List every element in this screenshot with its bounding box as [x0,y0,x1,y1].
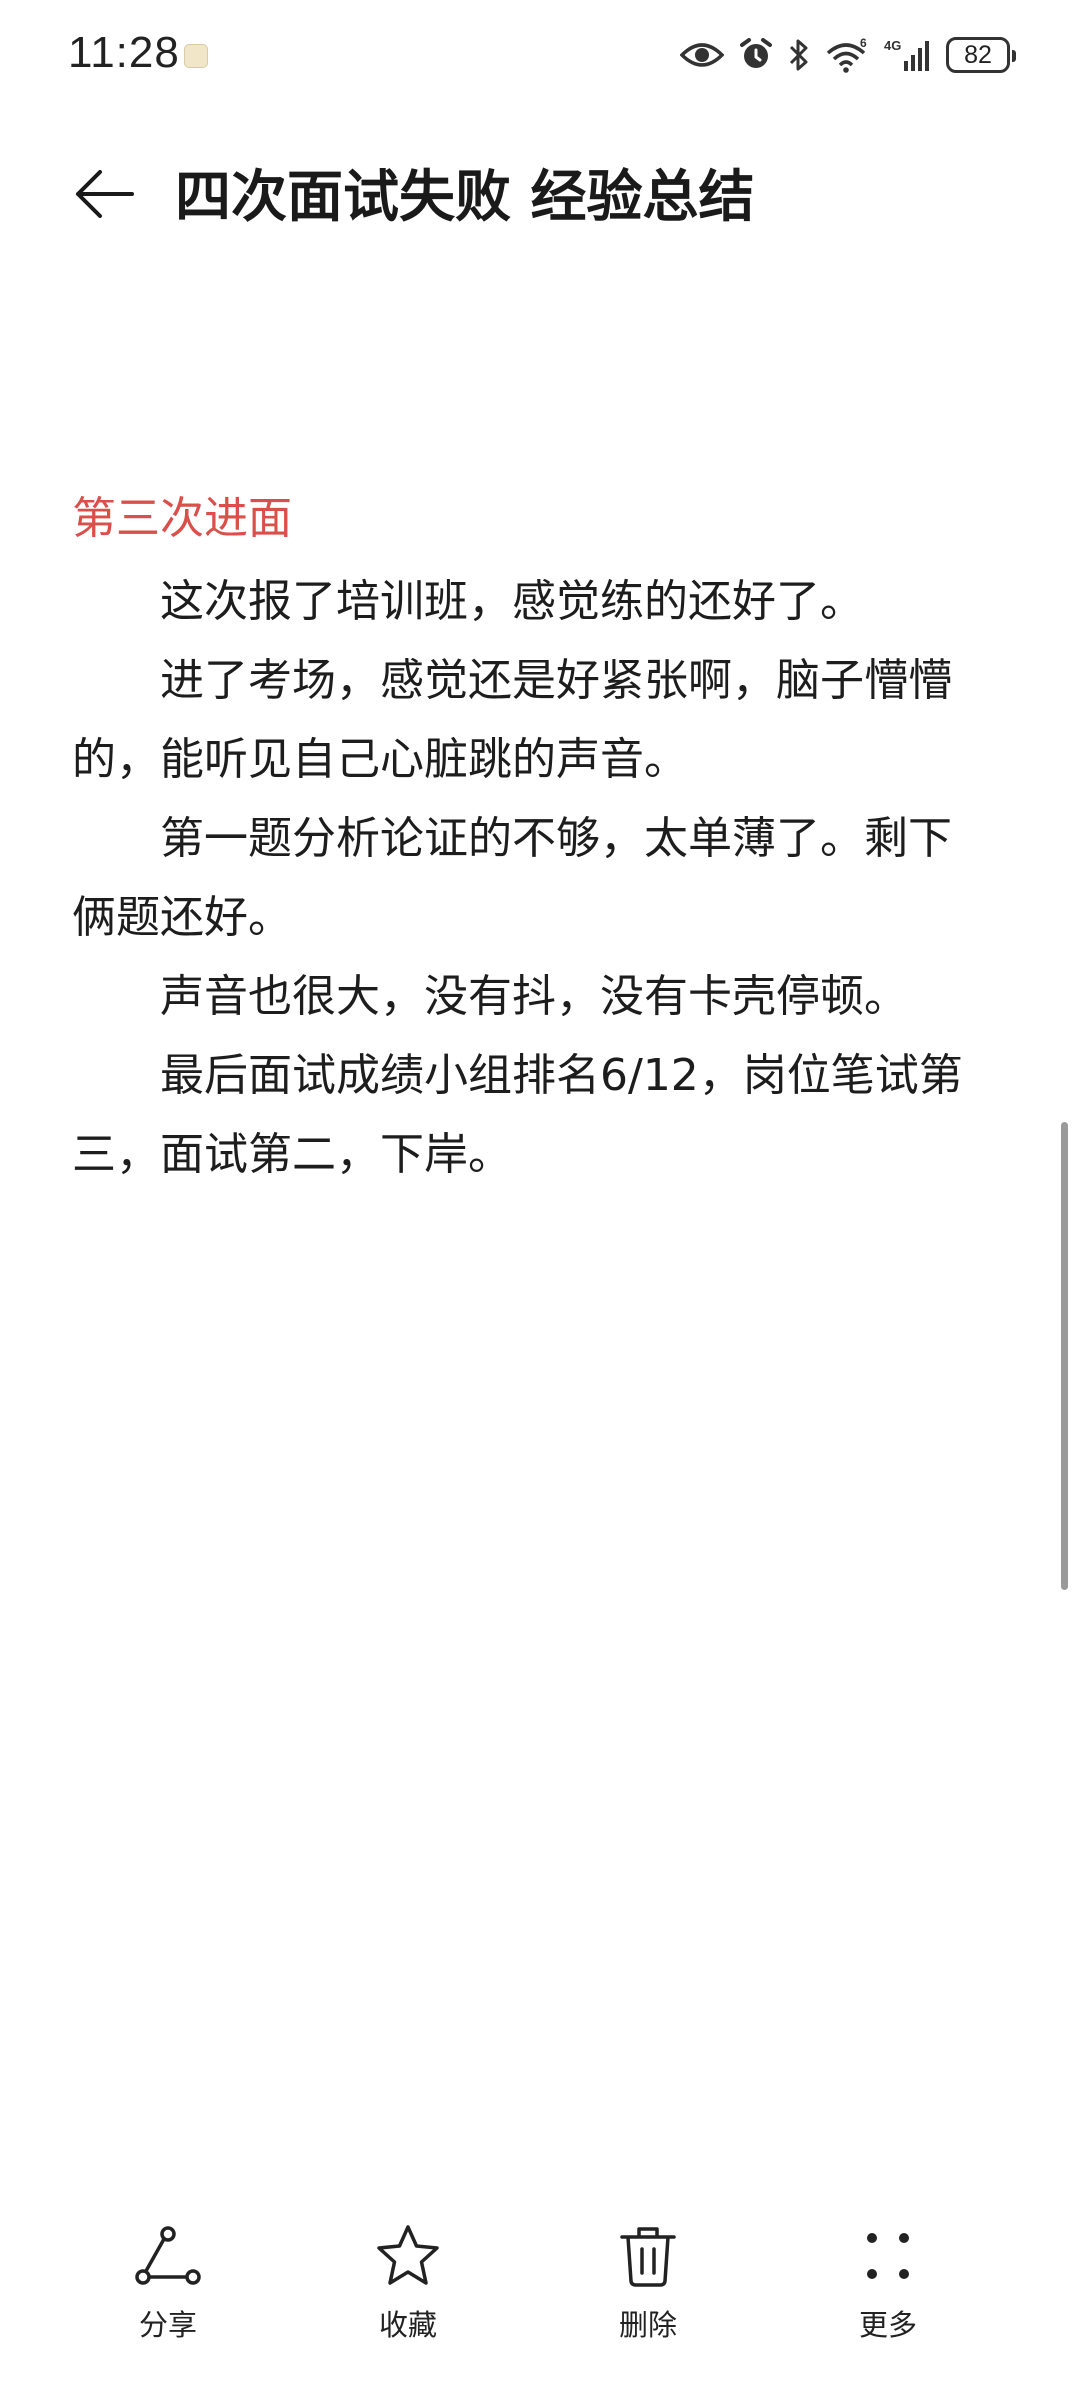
delete-button[interactable]: 删除 [568,2220,728,2350]
paragraph: 第一题分析论证的不够，太单薄了。剩下俩题还好。 [72,813,952,943]
more-button[interactable]: 更多 [808,2220,968,2350]
scrollbar[interactable] [1061,1122,1068,1590]
paragraph: 进了考场，感觉还是好紧张啊，脑子懵懵的，能听见自己心脏跳的声音。 [72,655,952,785]
status-bar: 11:28 6 4G 82 [0,0,1080,110]
wifi-6-icon: 6 [824,37,870,73]
status-icons: 6 4G 82 [666,30,1016,80]
status-time: 11:28 [68,28,180,77]
section-heading: 第三次进面 [72,493,292,544]
arrow-left-icon [76,170,134,218]
favorite-button[interactable]: 收藏 [328,2220,488,2350]
favorite-label: 收藏 [378,2308,437,2342]
share-label: 分享 [138,2308,197,2342]
header: 四次面试失败 经验总结 [0,130,1080,250]
battery-icon: 82 [946,37,1016,73]
eye-icon [680,40,724,70]
svg-text:4G: 4G [884,38,901,53]
4g-signal-icon: 4G [884,37,930,73]
more-dots-icon [852,2220,924,2292]
notification-icon [184,44,208,68]
bluetooth-icon [788,38,810,72]
trash-icon [612,2220,684,2292]
star-icon [372,2220,444,2292]
back-button[interactable] [70,160,138,228]
more-label: 更多 [858,2308,917,2342]
paragraph: 这次报了培训班，感觉练的还好了。 [160,576,864,627]
share-button[interactable]: 分享 [88,2220,248,2350]
delete-label: 删除 [618,2308,677,2342]
paragraph: 最后面试成绩小组排名6/12，岗位笔试第三，面试第二，下岸。 [72,1050,963,1180]
bottom-toolbar: 分享 收藏 删除 更多 [0,2200,1080,2360]
article-content: 第三次进面 这次报了培训班，感觉练的还好了。 进了考场，感觉还是好紧张啊，脑子懵… [72,488,972,1194]
svg-text:6: 6 [860,37,867,50]
alarm-icon [738,37,774,73]
paragraph: 声音也很大，没有抖，没有卡壳停顿。 [160,971,908,1022]
share-icon [132,2220,204,2292]
page-title: 四次面试失败 经验总结 [175,165,755,230]
